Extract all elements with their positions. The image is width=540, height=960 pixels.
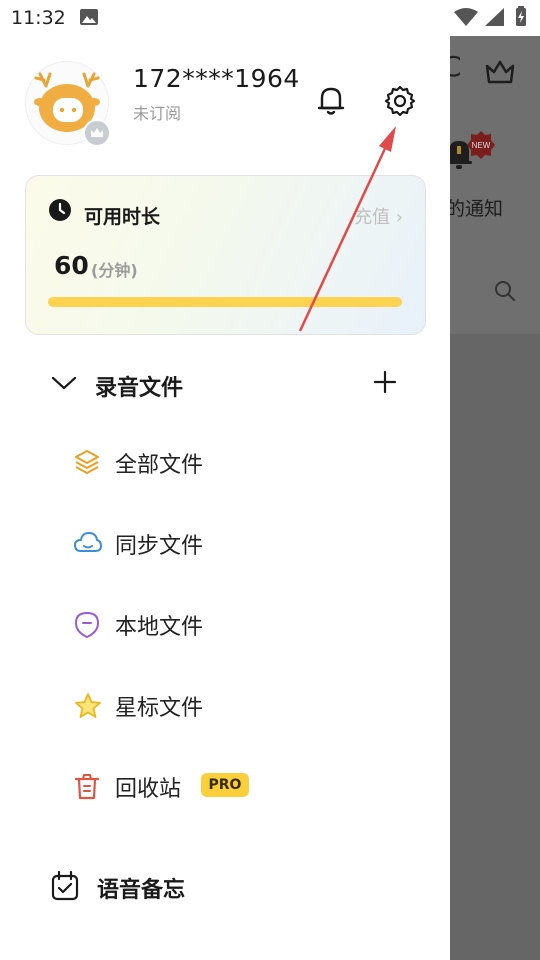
list-item-label: 同步文件 — [115, 534, 204, 559]
duration-label: 可用时长 — [84, 206, 161, 228]
local-pin-icon — [75, 612, 99, 638]
avatar[interactable] — [25, 61, 111, 147]
background-app-overlay[interactable]: C NEW 的通知 — [442, 36, 540, 960]
navigation-drawer: 172****1964 未订阅 可用时长 充值 › 60 (分钟) 录音文件 全… — [0, 36, 450, 960]
recordings-title: 录音文件 — [95, 376, 184, 401]
duration-unit: (分钟) — [91, 261, 138, 280]
bell-icon[interactable] — [315, 84, 347, 118]
duration-minutes: 60 — [54, 251, 89, 280]
crown-icon — [485, 60, 515, 84]
wifi-icon — [454, 8, 478, 26]
system-status-icons — [454, 6, 526, 26]
list-item-label: 本地文件 — [115, 615, 204, 640]
list-item-sync-files[interactable]: 同步文件 — [0, 513, 450, 573]
star-icon — [75, 693, 101, 718]
voice-memo-label: 语音备忘 — [97, 878, 186, 903]
clock-icon — [49, 199, 71, 221]
status-bar: 11:32 — [0, 0, 540, 36]
duration-progress-fill — [48, 297, 402, 307]
list-item-local-files[interactable]: 本地文件 — [0, 594, 450, 654]
chevron-down-icon — [51, 376, 77, 390]
list-item-label: 星标文件 — [115, 696, 204, 721]
list-item-all-files[interactable]: 全部文件 — [0, 432, 450, 492]
new-badge: NEW — [466, 130, 496, 160]
search-icon — [495, 281, 515, 301]
crown-badge-icon — [91, 128, 103, 137]
signal-icon — [485, 8, 504, 26]
list-item-label: 回收站 — [115, 777, 182, 802]
user-phone: 172****1964 — [133, 64, 300, 93]
voice-memo-item[interactable]: 语音备忘 — [0, 858, 450, 914]
background-notification-text: 的通知 — [446, 198, 504, 220]
status-time: 11:32 — [11, 7, 66, 29]
layers-icon — [75, 450, 99, 474]
gear-icon[interactable] — [383, 84, 417, 118]
list-item-starred-files[interactable]: 星标文件 — [0, 675, 450, 735]
list-item-label: 全部文件 — [115, 453, 204, 478]
svg-text:NEW: NEW — [472, 141, 491, 150]
recharge-link[interactable]: 充值 › — [354, 203, 403, 229]
cloud-icon — [74, 532, 102, 552]
pro-badge: PRO — [201, 773, 249, 797]
trash-icon — [74, 774, 100, 800]
calendar-check-icon — [51, 870, 79, 901]
image-notification-icon — [80, 9, 98, 25]
chevron-right-icon: › — [395, 207, 403, 228]
available-duration-card[interactable]: 可用时长 充值 › 60 (分钟) — [25, 175, 426, 335]
add-folder-button[interactable] — [372, 369, 398, 395]
recordings-section-header[interactable]: 录音文件 — [0, 357, 450, 409]
membership-badge — [83, 119, 111, 147]
duration-progress-bar — [48, 297, 402, 307]
subscription-status: 未订阅 — [133, 104, 182, 123]
